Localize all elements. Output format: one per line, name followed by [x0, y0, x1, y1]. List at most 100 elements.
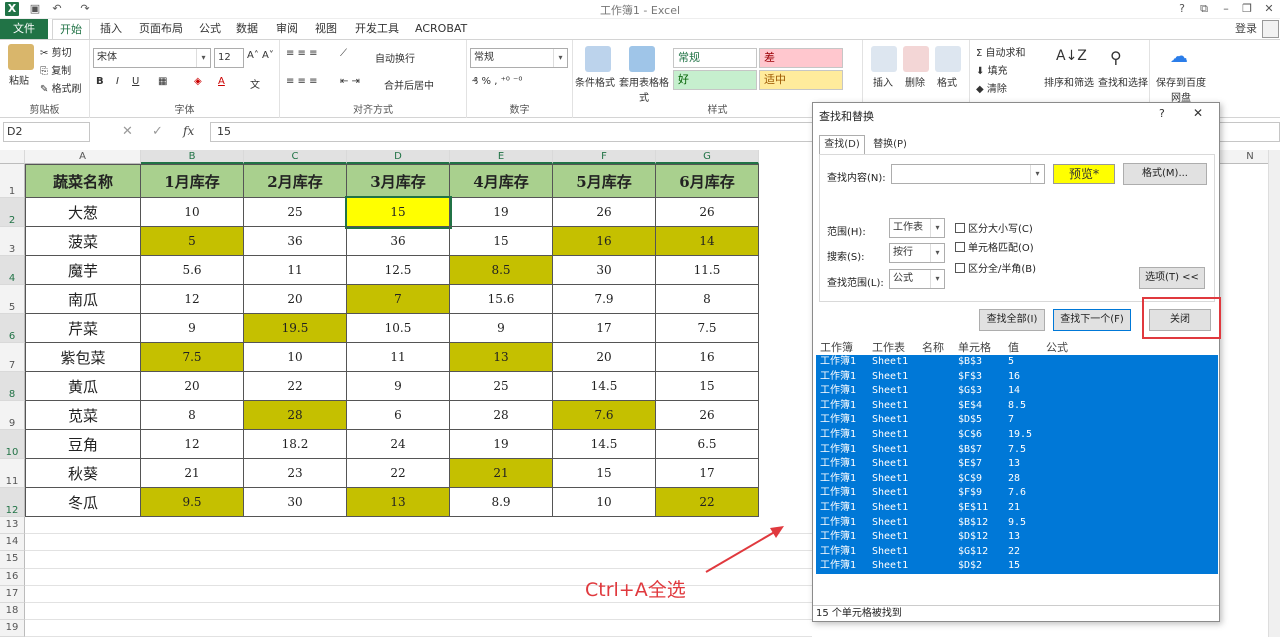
table-header-cell[interactable]: 6月库存	[656, 164, 759, 198]
phonetic-icon[interactable]: 文	[250, 76, 260, 91]
result-row[interactable]: 工作簿1 Sheet1 $D$2 15	[816, 559, 1218, 574]
table-cell[interactable]: 秋葵	[25, 459, 141, 488]
match-entire-cell-checkbox[interactable]: 单元格匹配(O)	[955, 239, 1034, 254]
row-header-17[interactable]: 17	[0, 585, 25, 603]
result-column-header[interactable]: 工作表	[872, 339, 905, 355]
row-header-12[interactable]: 12	[0, 488, 25, 517]
table-cell[interactable]: 5	[141, 227, 244, 256]
table-cell[interactable]: 15.6	[450, 285, 553, 314]
minimize-icon[interactable]: –	[1219, 2, 1233, 16]
style-good[interactable]: 好	[673, 70, 757, 90]
result-row[interactable]: 工作簿1 Sheet1 $B$3 5	[816, 355, 1218, 370]
restore-icon[interactable]: ❐	[1240, 2, 1254, 16]
style-bad[interactable]: 差	[759, 48, 843, 68]
tab-view[interactable]: 视图	[308, 19, 344, 39]
bold-button[interactable]: B	[96, 76, 104, 87]
tab-developer[interactable]: 开发工具	[348, 19, 406, 39]
result-row[interactable]: 工作簿1 Sheet1 $B$12 9.5	[816, 515, 1218, 531]
table-cell[interactable]: 11.5	[656, 256, 759, 285]
result-row[interactable]: 工作簿1 Sheet1 $G$12 22	[816, 544, 1218, 560]
format-cells-icon[interactable]	[935, 46, 961, 72]
save-icon[interactable]: ▣	[28, 2, 42, 16]
table-cell[interactable]: 11	[244, 256, 347, 285]
table-cell[interactable]: 30	[553, 256, 656, 285]
result-row[interactable]: 工作簿1 Sheet1 $D$12 13	[816, 530, 1218, 545]
table-cell[interactable]: 12	[141, 285, 244, 314]
table-cell[interactable]: 10	[553, 488, 656, 517]
table-cell[interactable]: 18.2	[244, 430, 347, 459]
result-column-header[interactable]: 公式	[1046, 339, 1068, 355]
row-header-11[interactable]: 11	[0, 459, 25, 488]
table-cell[interactable]: 13	[450, 343, 553, 372]
table-cell[interactable]: 22	[244, 372, 347, 401]
table-cell[interactable]: 15	[656, 372, 759, 401]
table-cell[interactable]: 大葱	[25, 198, 141, 227]
table-cell[interactable]: 19	[450, 198, 553, 227]
table-cell[interactable]: 23	[244, 459, 347, 488]
table-cell[interactable]: 21	[450, 459, 553, 488]
autosum-button[interactable]: Σ 自动求和	[976, 44, 1026, 59]
table-header-cell[interactable]: 1月库存	[141, 164, 244, 198]
search-order-select[interactable]: 按行 ▾	[889, 243, 945, 263]
result-row[interactable]: 工作簿1 Sheet1 $E$4 8.5	[816, 398, 1218, 414]
conditional-format-icon[interactable]	[585, 46, 611, 72]
sort-filter-button[interactable]: 排序和筛选	[1044, 74, 1094, 89]
result-column-header[interactable]: 单元格	[958, 339, 991, 355]
copy-button[interactable]: ⎘ 复制	[40, 62, 71, 77]
tab-formulas[interactable]: 公式	[192, 19, 228, 39]
table-header-cell[interactable]: 蔬菜名称	[25, 164, 141, 198]
row-header-9[interactable]: 9	[0, 401, 25, 430]
result-row[interactable]: 工作簿1 Sheet1 $D$5 7	[816, 413, 1218, 428]
look-in-select[interactable]: 公式 ▾	[889, 269, 945, 289]
ribbon-display-icon[interactable]: ⧉	[1197, 2, 1211, 16]
table-cell[interactable]: 30	[244, 488, 347, 517]
table-cell[interactable]: 17	[656, 459, 759, 488]
tab-insert[interactable]: 插入	[93, 19, 129, 39]
table-cell[interactable]: 15	[553, 459, 656, 488]
format-painter-button[interactable]: ✎ 格式刷	[40, 80, 82, 95]
avatar[interactable]	[1262, 20, 1279, 38]
table-cell[interactable]: 21	[141, 459, 244, 488]
table-cell[interactable]: 25	[450, 372, 553, 401]
undo-icon[interactable]: ↶	[50, 2, 64, 16]
indent-icon[interactable]: ⇤ ⇥	[340, 76, 360, 87]
border-icon[interactable]: ▦	[158, 76, 167, 87]
result-row[interactable]: 工作簿1 Sheet1 $G$3 14	[816, 384, 1218, 399]
results-list[interactable]: 工作簿 工作表 名称 单元格 值 公式 工作簿1 Sheet1 $B$3 5 工作簿1 Sheet1 $…	[816, 339, 1218, 604]
table-cell[interactable]: 9	[450, 314, 553, 343]
conditional-format-button[interactable]: 条件格式	[575, 74, 615, 89]
font-grow-button[interactable]: A˄ A˅	[247, 50, 274, 61]
row-header-2[interactable]: 2	[0, 198, 25, 227]
dialog-close-icon[interactable]: ✕	[1193, 106, 1203, 120]
table-cell[interactable]: 10.5	[347, 314, 450, 343]
tab-find[interactable]: 查找(D)	[819, 135, 865, 155]
result-column-header[interactable]: 值	[1008, 339, 1019, 355]
italic-button[interactable]: I	[116, 76, 119, 87]
table-cell[interactable]: 8.5	[450, 256, 553, 285]
insert-cells-icon[interactable]	[871, 46, 897, 72]
table-cell[interactable]: 9.5	[141, 488, 244, 517]
login-link[interactable]: 登录	[1228, 19, 1264, 39]
font-size-select[interactable]: 12	[214, 48, 244, 68]
empty-row[interactable]	[25, 534, 812, 552]
empty-row[interactable]	[25, 586, 812, 603]
style-normal[interactable]: 常规	[673, 48, 757, 68]
row-header-18[interactable]: 18	[0, 603, 25, 621]
fx-label[interactable]: fx	[183, 124, 194, 138]
name-box[interactable]: D2	[3, 122, 90, 142]
table-cell[interactable]: 8	[141, 401, 244, 430]
table-cell[interactable]: 7.5	[656, 314, 759, 343]
result-row[interactable]: 工作簿1 Sheet1 $E$11 21	[816, 501, 1218, 516]
paste-button[interactable]: 粘贴	[9, 72, 29, 87]
table-cell[interactable]: 28	[450, 401, 553, 430]
save-baidu-button[interactable]: 保存到百度网盘	[1155, 74, 1207, 104]
table-cell[interactable]: 20	[141, 372, 244, 401]
tab-file[interactable]: 文件	[0, 19, 48, 39]
tab-home[interactable]: 开始	[52, 19, 90, 40]
table-cell[interactable]: 26	[656, 198, 759, 227]
orientation-icon[interactable]: ⟋	[340, 48, 347, 59]
result-row[interactable]: 工作簿1 Sheet1 $C$9 28	[816, 471, 1218, 487]
delete-button[interactable]: 删除	[905, 74, 925, 89]
table-cell[interactable]: 8	[656, 285, 759, 314]
empty-row[interactable]	[25, 551, 812, 569]
